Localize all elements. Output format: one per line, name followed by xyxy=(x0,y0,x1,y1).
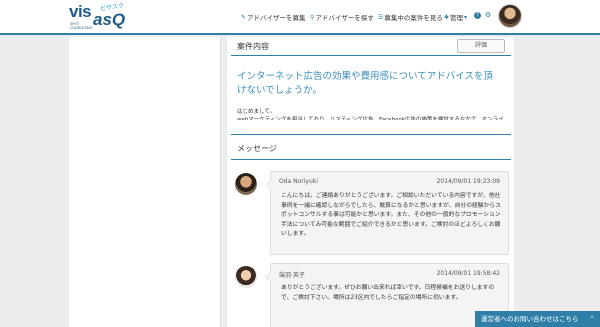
case-section-title: 案件内容 xyxy=(237,42,269,51)
chevron-up-icon: ⌃ xyxy=(589,315,595,323)
message-bubble: Oda Noriyuki 2014/09/01 19:23:09 こんにちは。ご… xyxy=(265,171,509,255)
settings-icon: ✱ xyxy=(444,13,450,21)
list-icon: ☰ xyxy=(378,13,384,21)
search-icon: ⚲ xyxy=(310,13,315,21)
message-timestamp: 2014/09/01 19:58:42 xyxy=(436,270,500,277)
messages-section-divider xyxy=(231,159,511,160)
message-sender: Oda Noriyuki xyxy=(279,178,318,185)
nav-find-advisor[interactable]: ⚲ アドバイザーを探す xyxy=(310,12,374,23)
left-sidebar xyxy=(69,37,221,327)
message-sender: 端羽 英子 xyxy=(279,272,305,279)
top-header: vis asQ ビザスク SPOT CONSULTING ✎ アドバイザーを募集 … xyxy=(0,0,600,35)
nav-manage-label: 管理 xyxy=(450,14,464,22)
edit-icon: ✎ xyxy=(241,13,247,21)
chevron-down-icon: ▾ xyxy=(464,13,468,21)
logo-text-vis: vis xyxy=(69,2,92,21)
message-text: こんにちは。ご連絡ありがとうございます。ご相談いただいている内容ですが、他社事例… xyxy=(281,193,501,237)
logo-subtitle: SPOT CONSULTING xyxy=(70,22,93,30)
nav-manage[interactable]: ✱ 管理 ▾ xyxy=(444,12,468,23)
logo-text-asq: asQ xyxy=(93,10,126,29)
gear-icon[interactable]: ⚙ xyxy=(485,11,491,19)
client-avatar[interactable] xyxy=(235,266,257,288)
advisor-avatar[interactable] xyxy=(235,173,257,195)
message-timestamp: 2014/09/01 19:23:09 xyxy=(436,178,500,185)
visasq-logo[interactable]: vis asQ ビザスク SPOT CONSULTING xyxy=(69,2,129,32)
nav-find-advisor-label: アドバイザーを探す xyxy=(315,14,374,22)
case-section-divider xyxy=(231,55,511,56)
help-icon[interactable]: ? xyxy=(474,12,481,19)
message-text: ありがとうございます。ぜひお願い出来れば幸いです。日程候補をお送りしますので、ご… xyxy=(281,285,495,301)
evaluate-button[interactable]: 評価 xyxy=(457,39,505,53)
nav-open-cases-label: 募集中の案件を見る xyxy=(384,14,443,22)
case-title: インターネット広告の効果や費用感についてアドバイスを頂けないでしょうか。 xyxy=(237,71,493,96)
case-bottom-divider xyxy=(231,134,511,135)
case-greeting: はじめまして。 xyxy=(237,109,276,115)
nav-open-cases[interactable]: ☰ 募集中の案件を見る xyxy=(378,12,443,23)
nav-post-request-label: アドバイザーを募集 xyxy=(247,14,306,22)
message-bubble: 端羽 英子 2014/09/01 19:58:42 ありがとうございます。ぜひお… xyxy=(265,263,509,327)
case-body-clipped: webマーケティングを担当しており、リスティング広告、Facebook広告の施策… xyxy=(237,117,504,120)
main-content: 案件内容 評価 インターネット広告の効果や費用感についてアドバイスを頂けないでし… xyxy=(227,37,514,327)
contact-operator-bar[interactable]: 運営者へのお問い合わせはこちら ⌃ xyxy=(475,311,600,327)
messages-section-title: メッセージ xyxy=(237,144,277,153)
user-avatar[interactable] xyxy=(498,4,522,28)
nav-post-request[interactable]: ✎ アドバイザーを募集 xyxy=(241,12,306,23)
contact-operator-label: 運営者へのお問い合わせはこちら xyxy=(481,315,579,323)
